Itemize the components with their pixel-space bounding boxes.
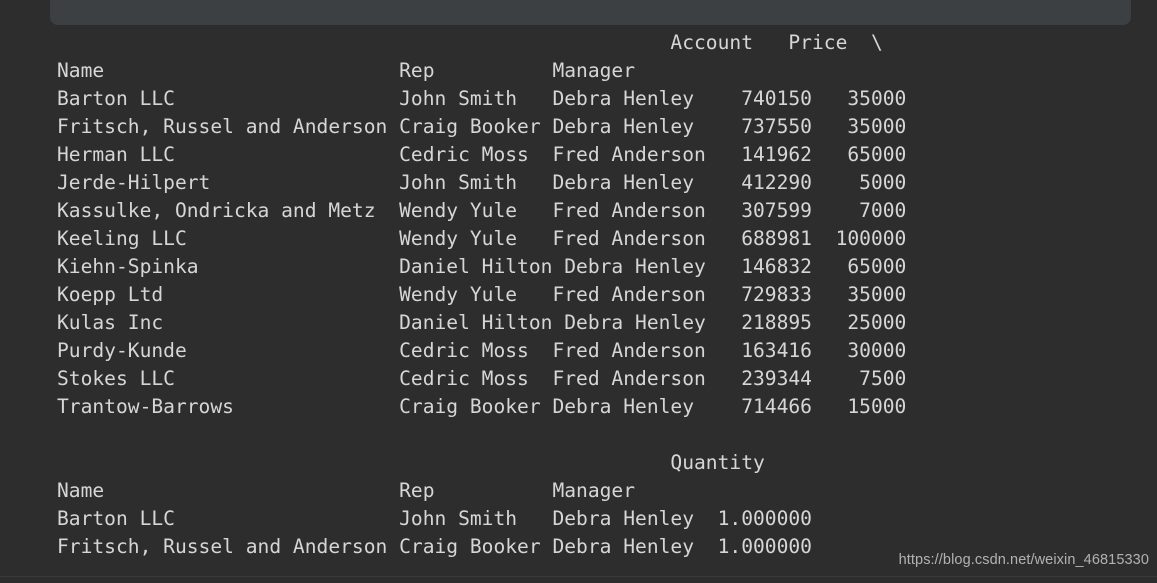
output-line: Kassulke, Ondricka and Metz Wendy Yule F… bbox=[57, 199, 907, 222]
output-line: Kiehn-Spinka Daniel Hilton Debra Henley … bbox=[57, 255, 907, 278]
bottom-divider bbox=[0, 576, 1157, 583]
output-line: Purdy-Kunde Cedric Moss Fred Anderson 16… bbox=[57, 339, 907, 362]
csdn-watermark: https://blog.csdn.net/weixin_46815330 bbox=[898, 551, 1149, 568]
output-line: Account Price \ bbox=[57, 31, 883, 54]
output-line: Fritsch, Russel and Anderson Craig Booke… bbox=[57, 115, 907, 138]
output-line: Barton LLC John Smith Debra Henley 74015… bbox=[57, 87, 907, 110]
output-line: Herman LLC Cedric Moss Fred Anderson 141… bbox=[57, 143, 907, 166]
output-line: Barton LLC John Smith Debra Henley 1.000… bbox=[57, 507, 812, 530]
notebook-screen: Account Price \ Name Rep Manager Barton L… bbox=[0, 0, 1157, 583]
dataframe-text-output: Account Price \ Name Rep Manager Barton L… bbox=[0, 29, 1157, 561]
code-input-cell[interactable] bbox=[50, 0, 1131, 25]
output-line: Name Rep Manager bbox=[57, 59, 895, 82]
output-line: Stokes LLC Cedric Moss Fred Anderson 239… bbox=[57, 367, 907, 390]
output-line: Koepp Ltd Wendy Yule Fred Anderson 72983… bbox=[57, 283, 907, 306]
output-line: Kulas Inc Daniel Hilton Debra Henley 218… bbox=[57, 311, 907, 334]
output-line: Jerde-Hilpert John Smith Debra Henley 41… bbox=[57, 171, 907, 194]
output-line: Trantow-Barrows Craig Booker Debra Henle… bbox=[57, 395, 907, 418]
cell-output-area: Account Price \ Name Rep Manager Barton L… bbox=[0, 29, 1157, 583]
output-line: Keeling LLC Wendy Yule Fred Anderson 688… bbox=[57, 227, 907, 250]
output-line: Quantity bbox=[57, 451, 765, 474]
output-line: Name Rep Manager bbox=[57, 479, 789, 502]
